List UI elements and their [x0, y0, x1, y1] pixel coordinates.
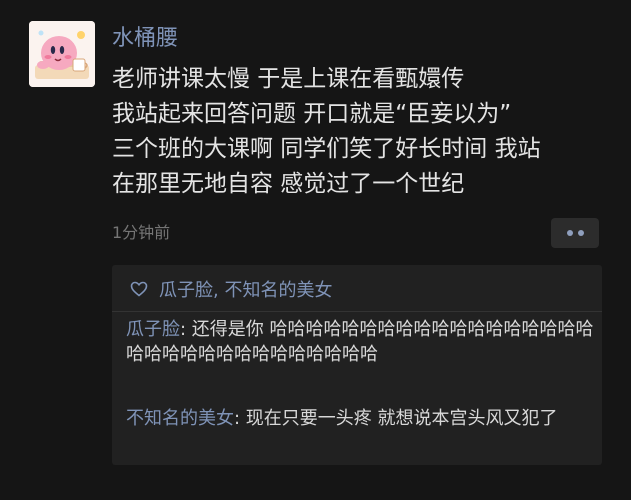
- divider: [112, 311, 602, 312]
- comment-separator: :: [234, 408, 246, 429]
- avatar[interactable]: [29, 21, 95, 87]
- post-text: 老师讲课太慢 于是上课在看甄嬛传 我站起来回答问题 开口就是“臣妾以为” 三个班…: [112, 62, 612, 202]
- kirby-avatar-icon: [29, 21, 95, 87]
- comment-author[interactable]: 不知名的美女: [126, 408, 234, 429]
- post-text-line: 在那里无地自容 感觉过了一个世纪: [112, 171, 465, 197]
- likes-names[interactable]: 瓜子脸, 不知名的美女: [159, 276, 332, 302]
- comment[interactable]: 不知名的美女: 现在只要一头疼 就想说本宫头风又犯了: [126, 406, 596, 431]
- heart-outline-icon: [130, 281, 148, 297]
- post-text-line: 我站起来回答问题 开口就是“臣妾以为”: [112, 101, 512, 127]
- likes-row: 瓜子脸, 不知名的美女: [130, 275, 332, 303]
- username[interactable]: 水桶腰: [112, 24, 178, 54]
- moment-post: 水桶腰 老师讲课太慢 于是上课在看甄嬛传 我站起来回答问题 开口就是“臣妾以为”…: [0, 0, 631, 500]
- comment-text: 还得是你 哈哈哈哈哈哈哈哈哈哈哈哈哈哈哈哈哈哈哈哈哈哈哈哈哈哈哈哈哈哈哈哈: [126, 319, 594, 365]
- comment-author[interactable]: 瓜子脸: [126, 319, 180, 340]
- comment[interactable]: 瓜子脸: 还得是你 哈哈哈哈哈哈哈哈哈哈哈哈哈哈哈哈哈哈哈哈哈哈哈哈哈哈哈哈哈哈…: [126, 317, 596, 367]
- post-text-line: 三个班的大课啊 同学们笑了好长时间 我站: [112, 136, 541, 162]
- comment-text: 现在只要一头疼 就想说本宫头风又犯了: [245, 408, 558, 429]
- more-actions-button[interactable]: [551, 218, 599, 248]
- more-dots-icon: [566, 230, 573, 236]
- comment-separator: :: [180, 319, 192, 340]
- more-dots-icon: [577, 230, 584, 236]
- post-time: 1分钟前: [112, 223, 171, 242]
- comment-box: 瓜子脸, 不知名的美女 瓜子脸: 还得是你 哈哈哈哈哈哈哈哈哈哈哈哈哈哈哈哈哈哈…: [112, 265, 602, 465]
- post-text-line: 老师讲课太慢 于是上课在看甄嬛传: [112, 66, 465, 92]
